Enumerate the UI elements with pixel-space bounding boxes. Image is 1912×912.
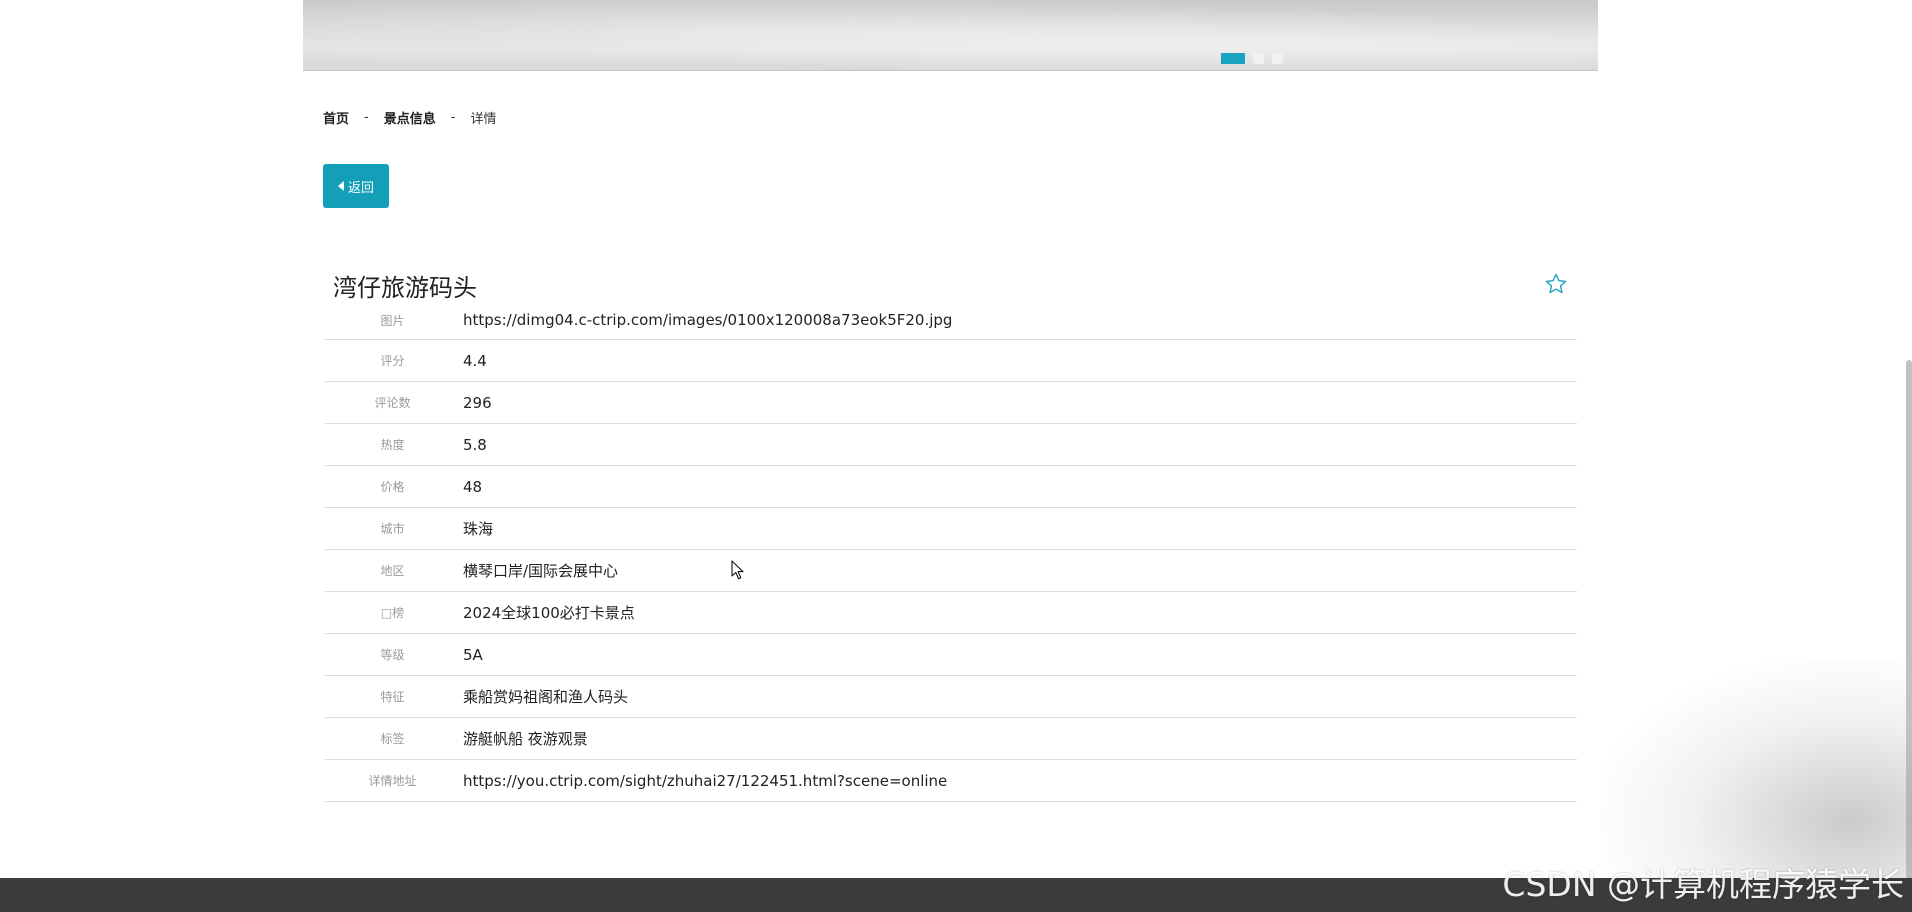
- detail-value: 乘船赏妈祖阁和渔人码头: [463, 688, 629, 706]
- carousel-banner[interactable]: [303, 0, 1598, 71]
- detail-row: 详情地址 https://you.ctrip.com/sight/zhuhai2…: [325, 760, 1577, 802]
- detail-row: 评分 4.4: [325, 340, 1577, 382]
- breadcrumb-section[interactable]: 景点信息: [384, 108, 436, 127]
- detail-value: 296: [463, 393, 492, 412]
- detail-value: 5.8: [463, 435, 487, 454]
- detail-value: 游艇帆船 夜游观景: [463, 730, 588, 748]
- detail-row: 图片 https://dimg04.c-ctrip.com/images/010…: [325, 301, 1577, 340]
- back-button-label: 返回: [347, 180, 374, 196]
- detail-value: 5A: [463, 645, 483, 664]
- page: 首页 - 景点信息 - 详情 返回 湾仔旅游码头 图片 https://dimg…: [0, 0, 1912, 912]
- detail-label: 城市: [380, 522, 405, 536]
- detail-row: 城市 珠海: [325, 508, 1577, 550]
- detail-row: 价格 48: [325, 466, 1577, 508]
- detail-value: 珠海: [463, 520, 494, 538]
- breadcrumb-current: 详情: [470, 112, 497, 127]
- breadcrumb: 首页 - 景点信息 - 详情: [323, 108, 496, 127]
- breadcrumb-separator: -: [364, 110, 369, 125]
- detail-value: 2024全球100必打卡景点: [463, 604, 635, 622]
- detail-label: □榜: [380, 606, 405, 620]
- detail-row: 评论数 296: [325, 382, 1577, 424]
- mouse-cursor-icon: [731, 560, 744, 580]
- breadcrumb-separator: -: [450, 110, 456, 125]
- page-scrollbar[interactable]: [1906, 360, 1912, 880]
- detail-label: 等级: [380, 648, 405, 662]
- detail-value: 48: [463, 477, 483, 496]
- carousel-dot-3[interactable]: [1272, 53, 1283, 64]
- detail-row: 地区 横琴口岸/国际会展中心: [325, 550, 1577, 592]
- detail-row: 标签 游艇帆船 夜游观景: [325, 718, 1577, 760]
- detail-row: □榜 2024全球100必打卡景点: [325, 592, 1577, 634]
- caret-left-icon: [337, 181, 344, 191]
- detail-label: 特征: [380, 690, 405, 704]
- detail-label: 评论数: [374, 396, 411, 410]
- watermark-shade: [1600, 660, 1912, 890]
- detail-value: 4.4: [463, 351, 487, 370]
- detail-row: 等级 5A: [325, 634, 1577, 676]
- detail-row: 特征 乘船赏妈祖阁和渔人码头: [325, 676, 1577, 718]
- detail-label: 标签: [380, 732, 405, 746]
- star-icon[interactable]: [1544, 272, 1568, 296]
- breadcrumb-home[interactable]: 首页: [323, 108, 349, 127]
- detail-row: 热度 5.8: [325, 424, 1577, 466]
- detail-value: https://you.ctrip.com/sight/zhuhai27/122…: [463, 771, 948, 790]
- detail-value: https://dimg04.c-ctrip.com/images/0100x1…: [463, 311, 953, 329]
- detail-label: 热度: [380, 438, 405, 452]
- watermark: CSDN @计算机程序猿学长: [1502, 865, 1904, 904]
- detail-value: 横琴口岸/国际会展中心: [463, 562, 619, 580]
- carousel-dot-2[interactable]: [1253, 53, 1264, 64]
- back-button[interactable]: 返回: [323, 164, 389, 208]
- detail-label: 价格: [380, 480, 405, 494]
- detail-label: 图片: [380, 313, 405, 328]
- page-title: 湾仔旅游码头: [333, 274, 477, 302]
- detail-label: 详情地址: [368, 774, 417, 788]
- detail-table: 图片 https://dimg04.c-ctrip.com/images/010…: [325, 301, 1577, 802]
- carousel-indicators: [1221, 53, 1283, 64]
- detail-label: 评分: [380, 354, 405, 368]
- detail-label: 地区: [380, 564, 405, 578]
- carousel-dot-1[interactable]: [1221, 53, 1245, 64]
